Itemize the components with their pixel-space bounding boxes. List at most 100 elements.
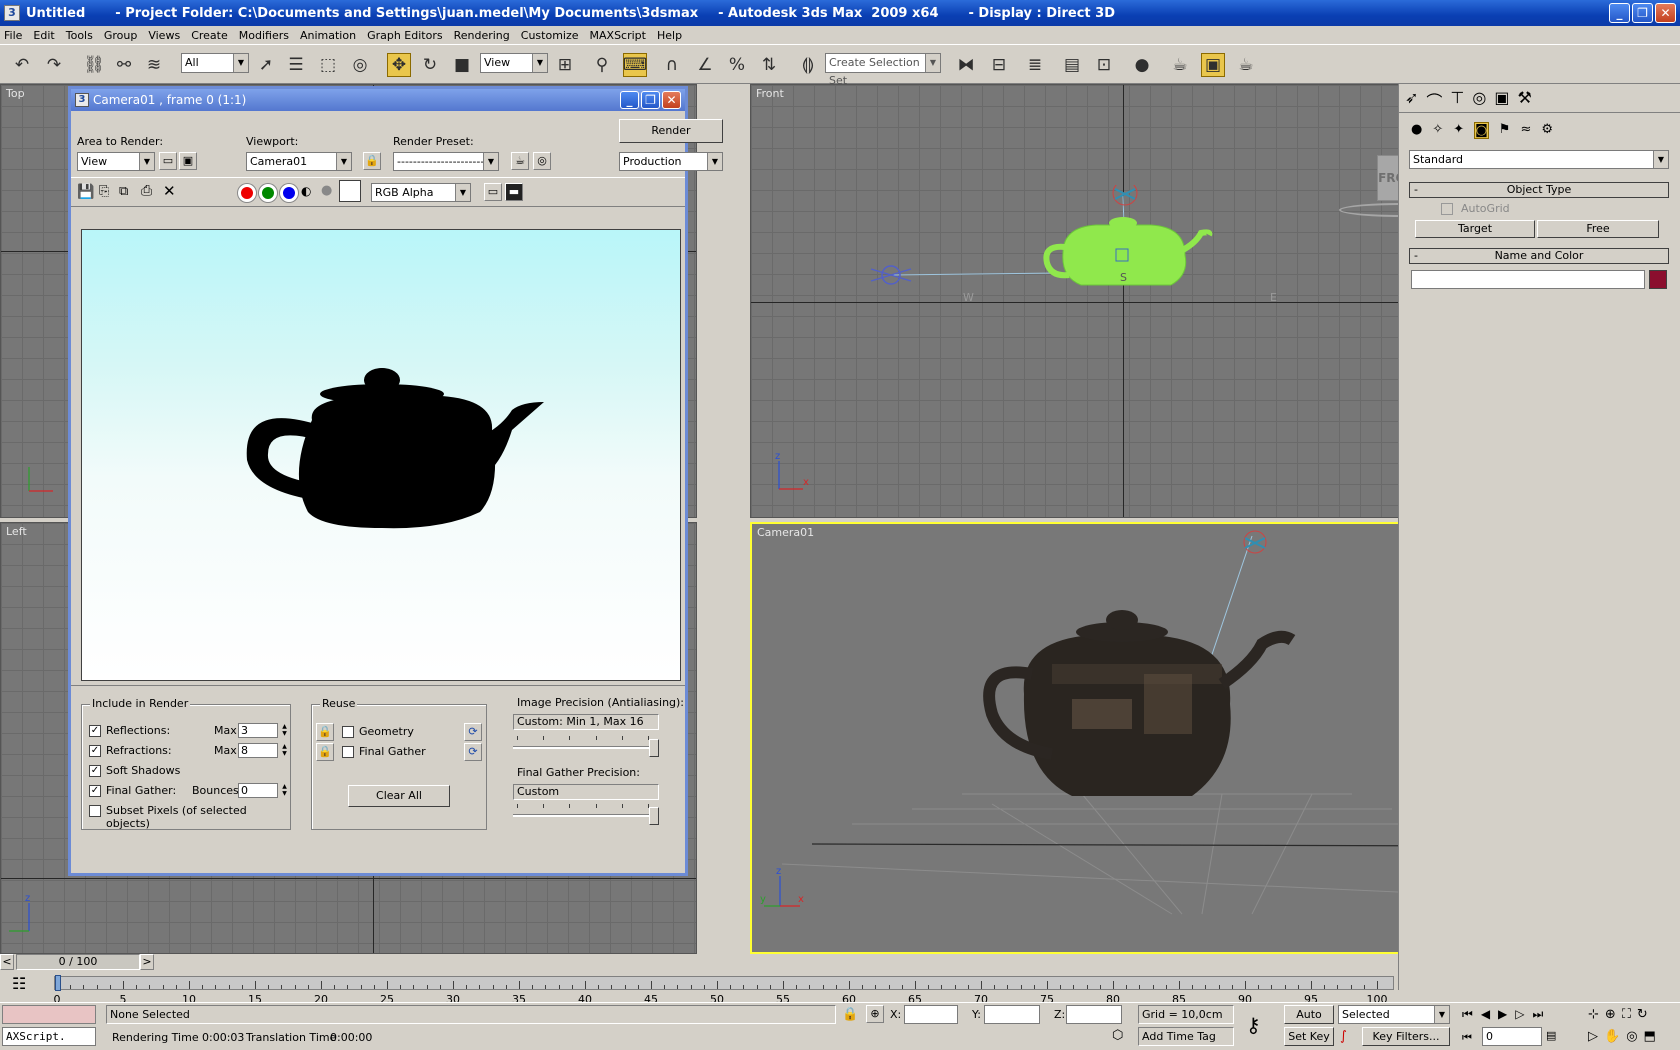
fg-precision-slider-thumb[interactable] [649,807,659,825]
track-bar-ruler[interactable]: 0 5 10 15 20 25 30 35 40 45 50 55 60 65 70 75 80 85 90 95 10… [54,975,1394,1006]
z-coord-input[interactable] [1066,1005,1122,1024]
set-key-button[interactable]: Set Key [1284,1027,1334,1046]
render-window-minimize-button[interactable]: _ [620,91,639,109]
mirror-icon[interactable]: ⧓ [954,53,978,77]
lock-icon[interactable]: 🔒 [363,152,381,170]
key-filters-button[interactable]: Key Filters... [1362,1027,1450,1046]
menu-customize[interactable]: Customize [521,29,579,42]
color-swatch[interactable] [339,180,361,202]
monochrome-icon[interactable]: ● [321,183,332,198]
viewport-dropdown[interactable]: Camera01 ▼ [246,152,352,171]
refractions-checkbox[interactable]: ✓ [89,745,101,757]
reflections-max-input[interactable]: 3 [238,723,278,738]
rotate-icon[interactable]: ↻ [418,53,442,77]
production-dropdown[interactable]: Production ▼ [619,152,723,171]
refractions-max-input[interactable]: 8 [238,743,278,758]
subset-pixels-checkbox[interactable] [89,805,101,817]
reference-coordinate-dropdown[interactable]: View ▼ [480,53,548,73]
snap-icon[interactable]: ∩ [660,53,684,77]
current-frame-marker[interactable] [55,975,61,991]
angle-snap-icon[interactable]: ∠ [693,53,717,77]
maxscript-mini-listener[interactable]: AXScript. [2,1027,96,1046]
menu-maxscript[interactable]: MAXScript [590,29,646,42]
object-type-rollout[interactable]: - Object Type [1409,182,1669,198]
final-gather-refresh-icon[interactable]: ⟳ [464,743,482,761]
go-to-end-icon[interactable]: ⏭ [1533,1007,1544,1022]
maximize-viewport-icon[interactable]: ⬒ [1644,1029,1656,1044]
display-tab-icon[interactable]: ▣ [1494,88,1509,112]
geometry-lock-icon[interactable]: 🔒 [316,723,334,741]
selection-lock-icon[interactable]: 🔒 [842,1007,858,1022]
named-selection-set-dropdown[interactable]: Create Selection Set ▼ [825,53,941,87]
set-key-icon[interactable]: ⚷ [1246,1013,1261,1037]
hierarchy-tab-icon[interactable]: ⊤ [1450,88,1464,112]
previous-frame-icon[interactable]: ◀ [1481,1007,1490,1022]
utilities-tab-icon[interactable]: ⚒ [1517,88,1531,112]
geometry-checkbox[interactable] [342,726,354,738]
default-tangent-icon[interactable]: ∫ [1340,1029,1347,1044]
manipulate-icon[interactable]: ⚲ [590,53,614,77]
toggle-ui-overlay-icon[interactable]: ▭ [484,183,502,201]
final-gather-lock-icon[interactable]: 🔒 [316,743,334,761]
curve-editor-icon[interactable]: ▤ [1060,53,1084,77]
soft-shadows-checkbox[interactable]: ✓ [89,765,101,777]
viewport-camera01[interactable]: Camera01 z x y [750,522,1495,954]
render-window-title-bar[interactable]: 3 Camera01 , frame 0 (1:1) _ ❐ ✕ [71,89,685,111]
absolute-mode-icon[interactable]: ⊕ [866,1005,884,1023]
key-mode-toggle-icon[interactable]: ⏮ [1462,1031,1472,1045]
go-to-start-icon[interactable]: ⏮ [1462,1007,1473,1022]
copy-image-icon[interactable]: ⎘ [99,184,109,199]
redo-icon[interactable]: ↷ [42,53,66,77]
alpha-channel-icon[interactable]: ◐ [301,184,311,198]
undo-icon[interactable]: ↶ [10,53,34,77]
render-button[interactable]: Render [619,119,723,143]
final-gather-reuse-checkbox[interactable] [342,746,354,758]
motion-tab-icon[interactable]: ◎ [1472,88,1486,112]
field-of-view-icon[interactable]: ▷ [1588,1029,1598,1044]
menu-tools[interactable]: Tools [66,29,93,42]
menu-modifiers[interactable]: Modifiers [239,29,289,42]
time-slider-next[interactable]: > [140,954,154,970]
area-to-render-dropdown[interactable]: View ▼ [77,152,155,171]
save-image-icon[interactable]: 💾 [77,184,94,200]
menu-views[interactable]: Views [148,29,180,42]
align-icon[interactable]: ⊟ [987,53,1011,77]
render-preset-dropdown[interactable]: ------------------------- ▼ [393,152,499,171]
select-link-icon[interactable]: ⛓ [82,53,106,77]
material-editor-icon[interactable]: ● [1130,53,1154,77]
display-channel-dropdown[interactable]: RGB Alpha ▼ [371,183,471,202]
image-precision-slider-thumb[interactable] [649,739,659,757]
create-tab-icon[interactable]: ➶ [1405,88,1418,112]
time-tag-icon[interactable]: ⬡ [1112,1028,1123,1043]
final-gather-checkbox[interactable]: ✓ [89,785,101,797]
minimize-button[interactable]: _ [1609,3,1630,23]
maxscript-listener-output[interactable] [2,1005,96,1024]
move-icon[interactable]: ✥ [387,53,411,77]
time-slider-thumb[interactable]: 0 / 100 [16,954,140,970]
key-mode-dropdown[interactable]: Selected ▼ [1338,1005,1450,1024]
time-slider-prev[interactable]: < [0,954,14,970]
autogrid-checkbox[interactable] [1441,203,1453,215]
geometry-refresh-icon[interactable]: ⟳ [464,723,482,741]
shapes-category-icon[interactable]: ✧ [1432,122,1443,139]
image-precision-slider[interactable] [513,746,659,749]
close-button[interactable]: ✕ [1655,3,1676,23]
window-crossing-icon[interactable]: ◎ [348,53,372,77]
viewport-front[interactable]: Front W S E FRONT z x [750,84,1495,518]
bounces-input[interactable]: 0 [238,783,278,798]
clear-icon[interactable]: ✕ [163,182,176,200]
quick-render-icon[interactable]: ☕ [1234,53,1258,77]
keyboard-shortcut-icon[interactable]: ⌨ [623,53,647,77]
edit-region-icon[interactable]: ▭ [159,152,177,170]
menu-edit[interactable]: Edit [33,29,54,42]
y-coord-input[interactable] [984,1005,1040,1024]
object-category-dropdown[interactable]: Standard ▼ [1409,150,1669,169]
auto-key-button[interactable]: Auto Key [1284,1005,1334,1038]
menu-graph-editors[interactable]: Graph Editors [367,29,443,42]
next-frame-icon[interactable]: ▷ [1515,1007,1524,1022]
add-time-tag-button[interactable]: Add Time Tag [1138,1027,1234,1046]
orbit-icon[interactable]: ↻ [1637,1007,1648,1022]
cameras-category-icon[interactable]: ◙ [1474,122,1489,139]
green-channel-toggle[interactable] [259,184,277,202]
zoom-icon[interactable]: ⊹ [1588,1007,1599,1022]
